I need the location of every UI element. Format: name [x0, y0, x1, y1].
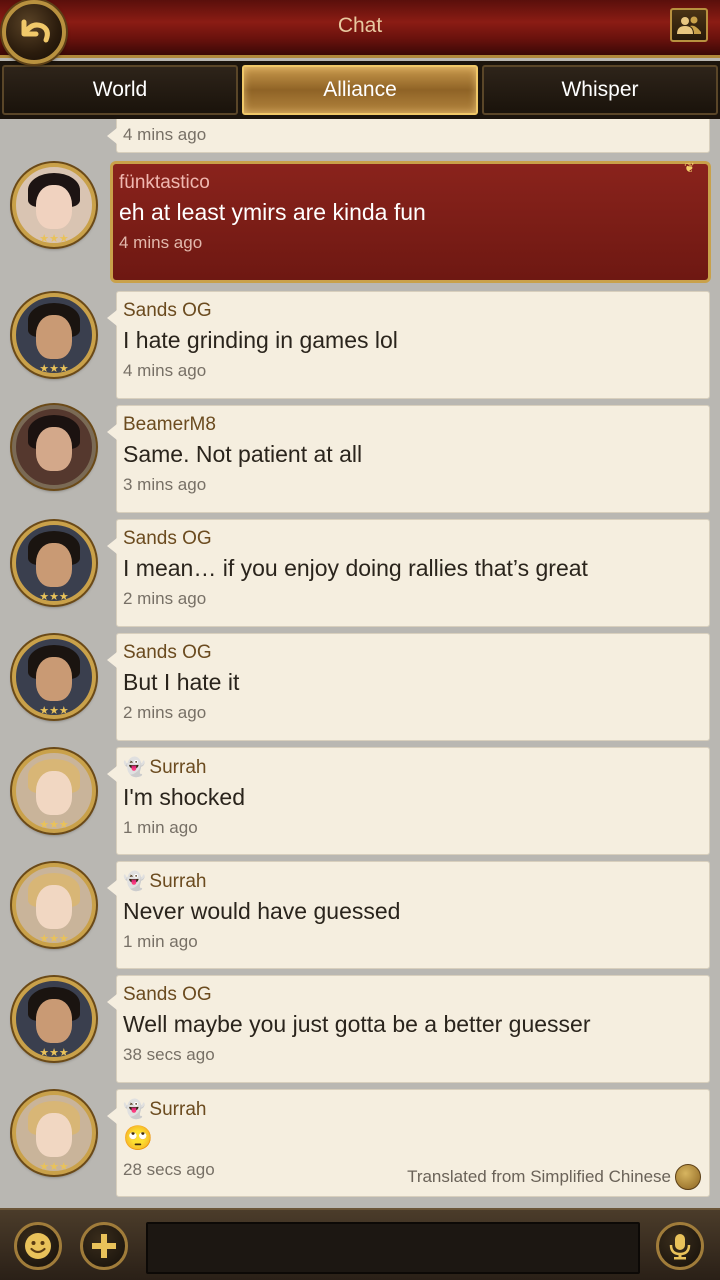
message-text: Never would have guessed: [123, 898, 401, 924]
ghost-icon: 👻: [123, 1099, 146, 1119]
avatar[interactable]: ★★★: [12, 863, 96, 947]
ornament-icon: ❦: [684, 161, 695, 176]
page-title: Chat: [337, 14, 383, 37]
message-sender[interactable]: 👻 Surrah: [123, 868, 703, 895]
emoji-button[interactable]: [14, 1222, 62, 1270]
message-sender[interactable]: 👻 Surrah: [123, 754, 703, 781]
avatar[interactable]: [12, 405, 96, 489]
message-time: 38 secs ago: [123, 1045, 215, 1064]
translate-icon[interactable]: [675, 1164, 701, 1190]
back-arrow-icon: [21, 19, 50, 43]
message-time: 2 mins ago: [123, 703, 207, 722]
message-bubble: Sands OG But I hate it 2 mins ago: [107, 633, 710, 741]
emoji-icon: [25, 1233, 51, 1259]
message-sender[interactable]: fünktastico: [119, 170, 702, 196]
message-sender[interactable]: 👻 Surrah: [123, 1096, 703, 1123]
avatar[interactable]: ★★★: [12, 163, 96, 247]
avatar[interactable]: ★★★: [12, 977, 96, 1061]
message-input[interactable]: [146, 1222, 640, 1274]
rank-stars-icon: ★★★: [39, 704, 69, 717]
message-time: 4 mins ago: [119, 233, 203, 252]
message-bubble: Sands OG Well maybe you just gotta be a …: [107, 975, 710, 1083]
message-text: I mean… if you enjoy doing rallies that’…: [123, 555, 588, 581]
message-time: 4 mins ago: [123, 125, 207, 144]
tab-alliance[interactable]: Alliance: [242, 65, 478, 115]
header-bar: Chat: [0, 0, 720, 58]
message-sender[interactable]: Sands OG: [123, 982, 703, 1008]
rank-stars-icon: ★★★: [39, 932, 69, 945]
message-text: I'm shocked: [123, 784, 245, 810]
voice-button[interactable]: [656, 1222, 704, 1270]
message-time: 1 min ago: [123, 818, 198, 837]
message-text: eh at least ymirs are kinda fun: [119, 199, 426, 225]
message-sender[interactable]: BeamerM8: [123, 412, 703, 438]
message-bubble: 👻 Surrah Never would have guessed 1 min a…: [107, 861, 710, 969]
message-time: 1 min ago: [123, 932, 198, 951]
message-text: 🙄: [123, 1125, 153, 1152]
rank-stars-icon: ★★★: [39, 1046, 69, 1059]
input-bar: [0, 1208, 720, 1280]
translation-label: Translated from Simplified Chinese: [407, 1167, 671, 1186]
message-text: Well maybe you just gotta be a better gu…: [123, 1011, 591, 1037]
message-bubble-own: ❦ fünktastico eh at least ymirs are kind…: [110, 161, 711, 283]
message-text: I hate grinding in games lol: [123, 327, 398, 353]
avatar[interactable]: ★★★: [12, 293, 96, 377]
back-button[interactable]: [2, 0, 66, 64]
rank-stars-icon: ★★★: [39, 232, 69, 245]
avatar[interactable]: ★★★: [12, 749, 96, 833]
message-bubble: 👻 Surrah 🙄 28 secs ago Translated from Si…: [107, 1089, 710, 1197]
rank-stars-icon: ★★★: [39, 362, 69, 375]
message-bubble: BeamerM8 Same. Not patient at all 3 mins…: [107, 405, 710, 513]
rank-stars-icon: ★★★: [39, 590, 69, 603]
translation-note[interactable]: Translated from Simplified Chinese: [407, 1164, 701, 1190]
message-text: But I hate it: [123, 669, 240, 695]
message-list[interactable]: 4 mins ago ★★★ ❦ fünktastico eh at least…: [0, 119, 720, 1208]
message-time: 3 mins ago: [123, 475, 207, 494]
message-text: Same. Not patient at all: [123, 441, 363, 467]
message-time: 4 mins ago: [123, 361, 207, 380]
message-bubble: 4 mins ago: [107, 119, 710, 153]
add-button[interactable]: [80, 1222, 128, 1270]
message-sender[interactable]: Sands OG: [123, 640, 703, 666]
message-sender[interactable]: Sands OG: [123, 526, 703, 552]
message-sender[interactable]: Sands OG: [123, 298, 703, 324]
message-bubble: Sands OG I hate grinding in games lol 4 …: [107, 291, 710, 399]
ghost-icon: 👻: [123, 757, 146, 777]
rank-stars-icon: ★★★: [39, 1160, 69, 1173]
message-time: 2 mins ago: [123, 589, 207, 608]
microphone-icon: [669, 1234, 691, 1260]
avatar[interactable]: ★★★: [12, 635, 96, 719]
message-bubble: 👻 Surrah I'm shocked 1 min ago: [107, 747, 710, 855]
tab-whisper[interactable]: Whisper: [482, 65, 718, 115]
message-bubble: Sands OG I mean… if you enjoy doing rall…: [107, 519, 710, 627]
avatar[interactable]: ★★★: [12, 521, 96, 605]
plus-icon: [92, 1234, 116, 1258]
contacts-icon: [677, 16, 701, 34]
tab-world[interactable]: World: [2, 65, 238, 115]
channel-tabs: World Alliance Whisper: [0, 61, 720, 119]
avatar[interactable]: ★★★: [12, 1091, 96, 1175]
contacts-button[interactable]: [670, 8, 708, 42]
rank-stars-icon: ★★★: [39, 818, 69, 831]
ghost-icon: 👻: [123, 871, 146, 891]
